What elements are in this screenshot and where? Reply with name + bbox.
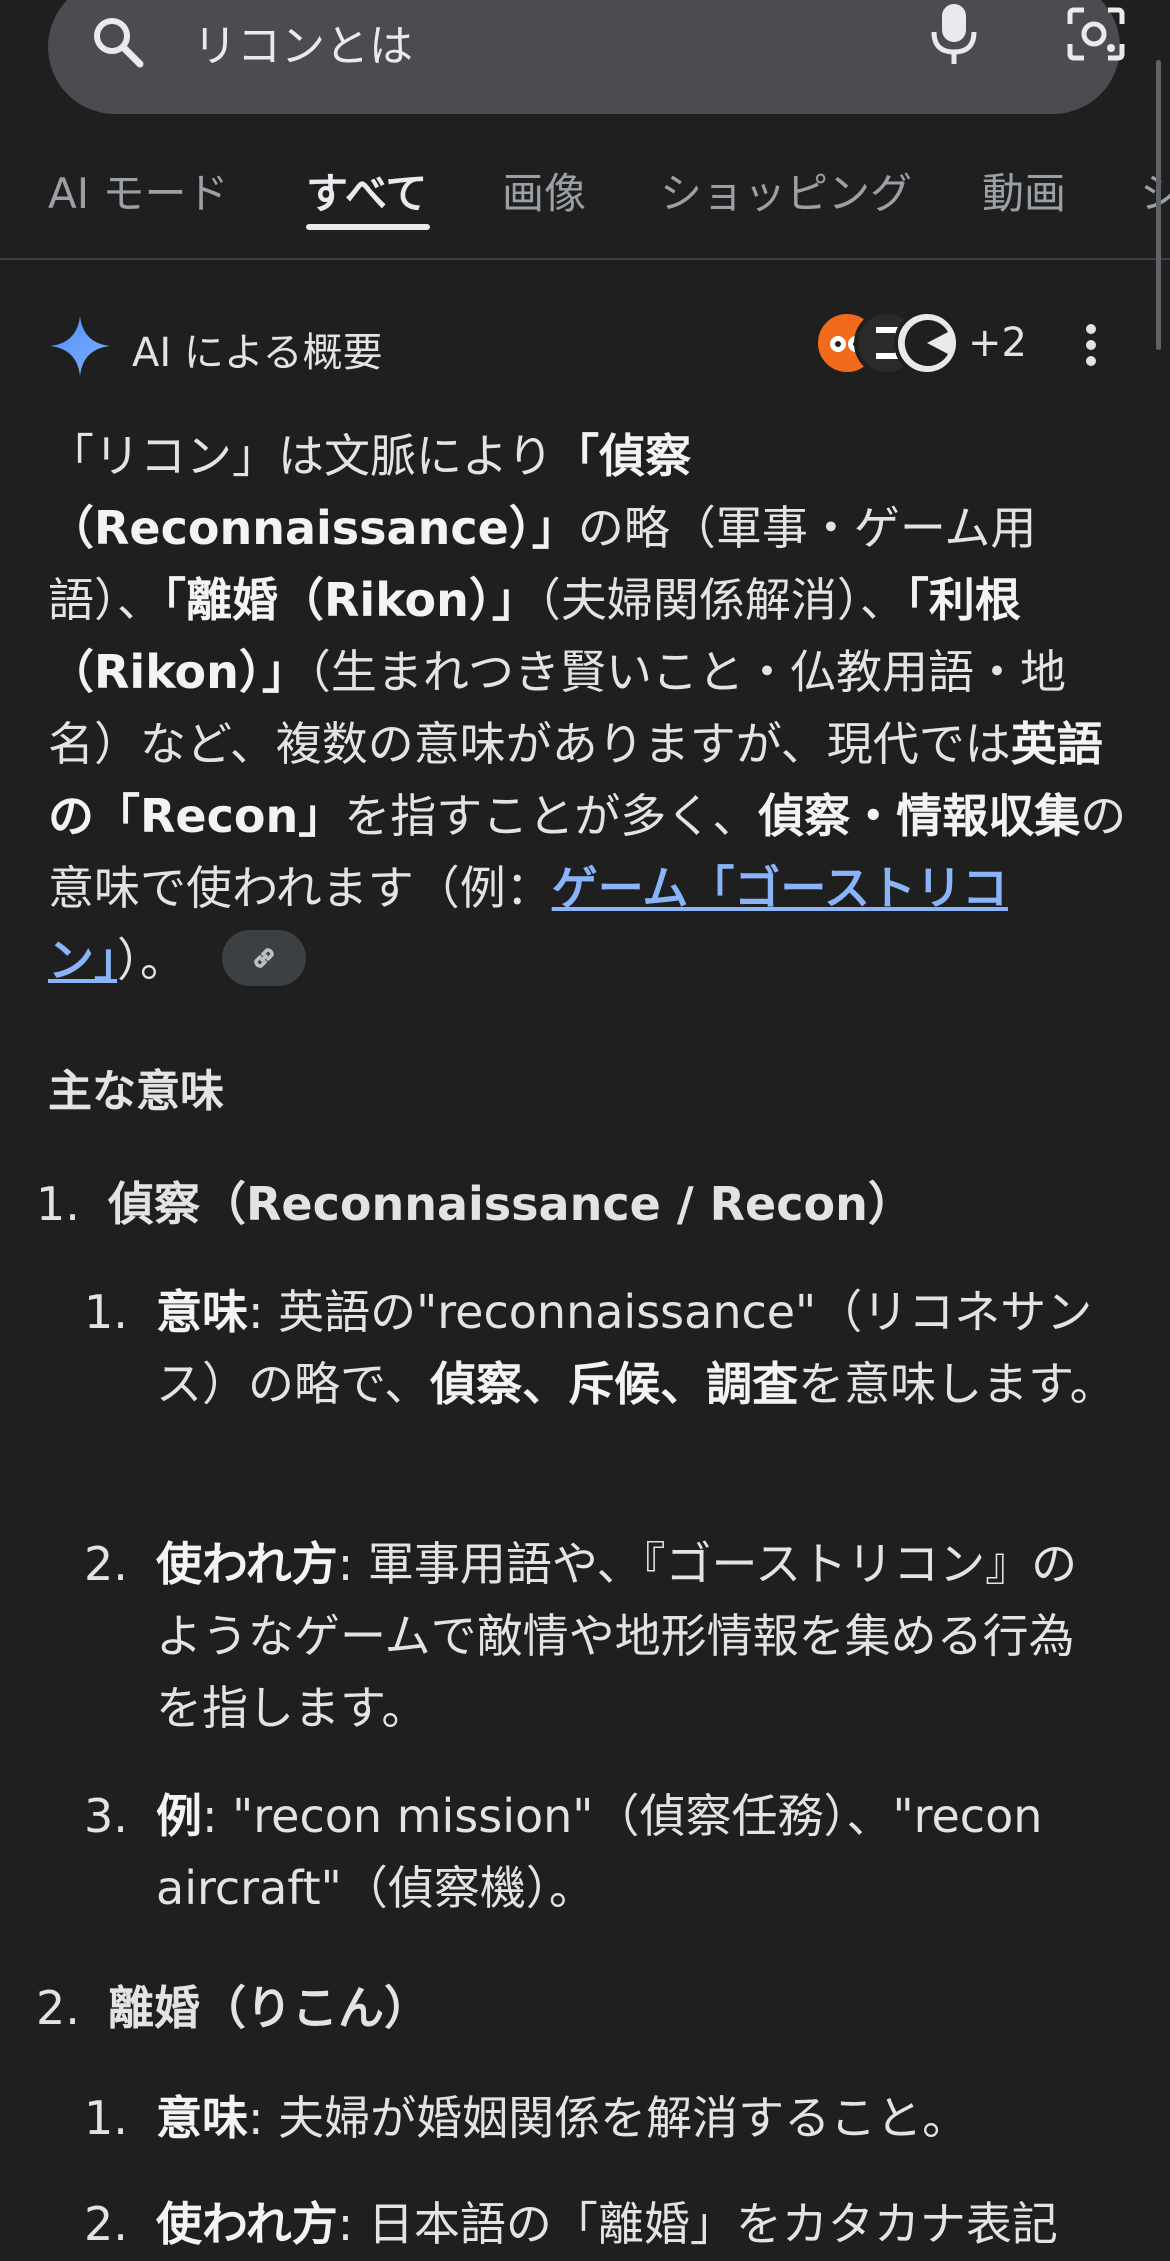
main-meanings-heading: 主な意味 (48, 1066, 224, 1117)
microphone-icon[interactable] (926, 2, 982, 66)
intro-text: ）。 (117, 933, 186, 987)
sub-item-bold: 偵察、斥候、調査 (430, 1357, 799, 1411)
tab-more-cut[interactable]: シ (1140, 160, 1170, 221)
camera-lens-icon[interactable] (1064, 4, 1128, 64)
sub-item-text: : 夫婦が婚姻関係を解消すること。 (248, 2091, 969, 2145)
tab-images[interactable]: 画像 (502, 160, 586, 221)
scrollbar[interactable] (1156, 60, 1161, 350)
meaning-title: 離婚（りこん） (108, 1981, 430, 2035)
sub-item: 使われ方: 軍事用語や、『ゴーストリコン』のようなゲームで敵情や地形情報を集める… (156, 1528, 1116, 1744)
tab-shopping[interactable]: ショッピング (660, 160, 912, 221)
ai-overview-header: AI による概要 +2 (48, 310, 1138, 380)
sub-item-text: : "recon mission"（偵察任務）、"recon aircraft"… (156, 1789, 1043, 1915)
tab-videos[interactable]: 動画 (982, 160, 1066, 221)
more-vert-icon[interactable] (1083, 322, 1099, 368)
meaning-title: 偵察（Reconnaissance / Recon） (108, 1177, 914, 1231)
sub-item-label: 意味 (156, 1285, 248, 1339)
search-bar[interactable]: リコンとは (48, 0, 1125, 114)
ai-overview-intro: 「リコン」は文脈により「偵察（Reconnaissance）」の略（軍事・ゲーム… (48, 420, 1128, 996)
pacman-logo-icon (904, 320, 948, 366)
intro-text: （夫婦関係解消）、 (537, 573, 906, 627)
search-icon (94, 18, 144, 68)
sub-item-number: 1. (84, 2091, 128, 2145)
sub-item-label: 使われ方 (156, 2197, 338, 2251)
ai-overview-title: AI による概要 (132, 330, 383, 376)
header-divider (0, 258, 1170, 260)
intro-text: 「リコン」は文脈により (48, 429, 554, 483)
sub-item: 例: "recon mission"（偵察任務）、"recon aircraft… (156, 1780, 1116, 1924)
source-link-chip[interactable] (222, 929, 306, 986)
intro-text: を指すことが多く、 (344, 789, 759, 843)
sub-item-text: を意味します。 (798, 1357, 1116, 1411)
sub-item: 意味: 夫婦が婚姻関係を解消すること。 (156, 2082, 1116, 2154)
meaning-number: 2. (36, 1981, 80, 2035)
sub-item-number: 2. (84, 1537, 128, 1591)
tab-all[interactable]: すべて (306, 160, 427, 221)
sub-item-label: 使われ方 (156, 1537, 338, 1591)
sub-item: 意味: 英語の"reconnaissance"（リコネサンス）の略で、偵察、斥候… (156, 1276, 1116, 1420)
source-avatar-3[interactable] (894, 310, 960, 376)
active-tab-indicator (306, 224, 430, 230)
link-icon (254, 947, 274, 968)
sub-item: 使われ方: 日本語の「離婚」をカタカナ表記 (156, 2188, 1116, 2260)
more-sources-count[interactable]: +2 (968, 320, 1027, 366)
search-tabs: AI モード すべて 画像 ショッピング 動画 シ (0, 148, 1170, 260)
sub-item-number: 3. (84, 1789, 128, 1843)
intro-bold: 「離婚（Rikon）」 (163, 573, 538, 627)
search-input[interactable]: リコンとは (193, 10, 413, 74)
tab-ai-mode[interactable]: AI モード (48, 160, 228, 221)
ai-sparkle-icon (50, 316, 110, 376)
sub-item-number: 1. (84, 1285, 128, 1339)
sub-item-text: : 日本語の「離婚」をカタカナ表記 (337, 2197, 1058, 2251)
meaning-number: 1. (36, 1177, 80, 1231)
sub-item-number: 2. (84, 2197, 128, 2251)
intro-bold: 偵察・情報収集 (758, 789, 1081, 843)
sub-item-label: 例 (156, 1789, 202, 1843)
sub-item-label: 意味 (156, 2091, 248, 2145)
